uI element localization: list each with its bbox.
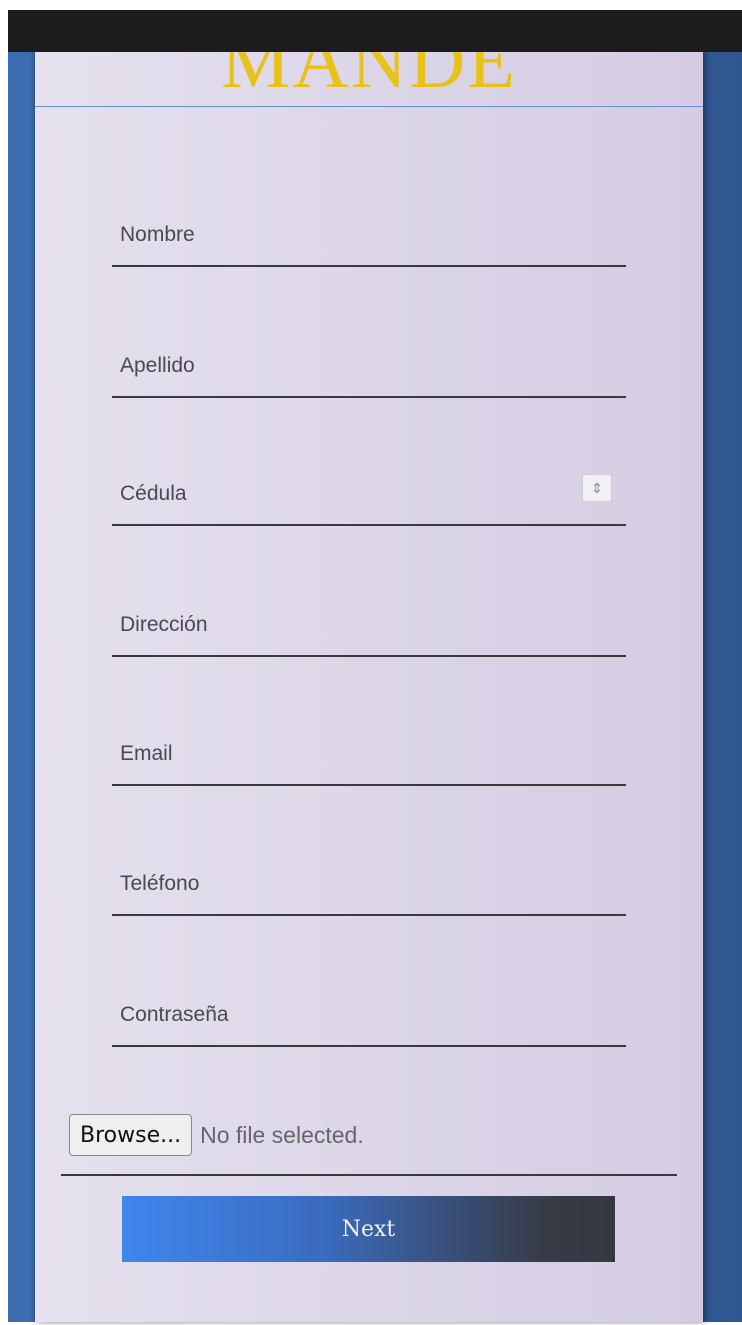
- telefono-input[interactable]: [120, 872, 590, 896]
- spinner-arrows-icon[interactable]: ⇕: [582, 474, 612, 502]
- file-upload-row: Browse... No file selected.: [69, 1113, 364, 1157]
- email-field: [112, 714, 626, 786]
- next-button[interactable]: Next: [122, 1196, 615, 1262]
- email-input[interactable]: [120, 742, 590, 766]
- cedula-field: ⇕: [112, 454, 626, 526]
- cedula-input[interactable]: [120, 482, 590, 506]
- browse-button[interactable]: Browse...: [69, 1114, 193, 1156]
- nombre-field: [112, 195, 626, 267]
- apellido-input[interactable]: [120, 354, 590, 378]
- apellido-field: [112, 326, 626, 398]
- file-divider: [61, 1174, 677, 1176]
- direccion-input[interactable]: [120, 613, 590, 637]
- top-bar: [8, 10, 742, 52]
- brand-divider: [35, 106, 703, 107]
- signup-panel: MANDE ⇕ Browse... No file selected. Next: [35, 40, 703, 1322]
- contrasena-input[interactable]: [120, 1003, 590, 1027]
- file-status-text: No file selected.: [200, 1121, 364, 1148]
- telefono-field: [112, 844, 626, 916]
- nombre-input[interactable]: [120, 223, 590, 247]
- direccion-field: [112, 585, 626, 657]
- contrasena-field: [112, 975, 626, 1047]
